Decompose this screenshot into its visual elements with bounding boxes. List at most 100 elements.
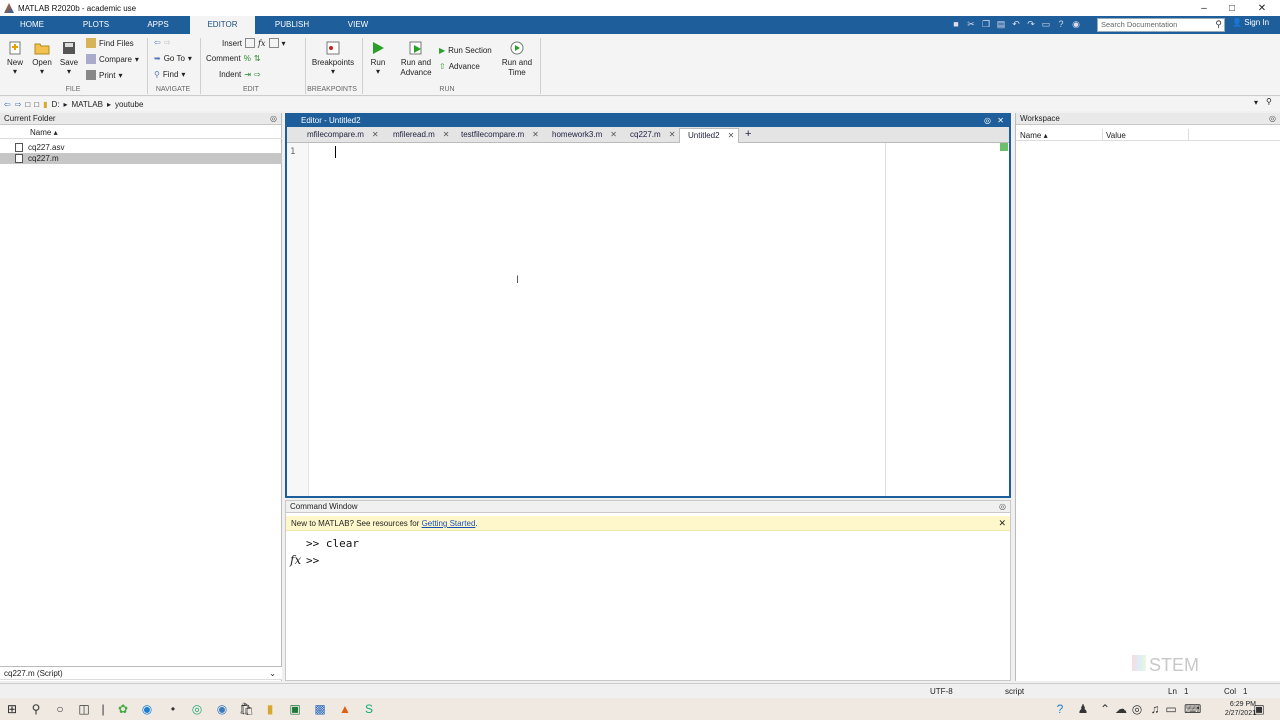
panel-options-icon[interactable]: ◎ — [270, 113, 277, 125]
browse-folder-icon[interactable]: □ — [34, 100, 39, 109]
indent-button[interactable]: Indent ⇥ ⇨ — [219, 70, 261, 79]
app-icon[interactable]: • — [166, 702, 180, 716]
panel-options-icon[interactable]: ◎ — [999, 501, 1006, 513]
cloud-icon[interactable]: ☁ — [1114, 702, 1128, 716]
copy-icon[interactable]: ❐ — [980, 18, 992, 30]
compare-button[interactable]: Compare ▾ — [86, 54, 139, 64]
volume-icon[interactable]: ♫ — [1148, 702, 1162, 716]
minimize-button[interactable]: – — [1190, 0, 1218, 16]
windows-start-icon[interactable]: ⊞ — [5, 702, 19, 716]
tab-testfilecompare[interactable]: testfilecompare.m ✕ — [461, 128, 539, 143]
close-icon[interactable]: ✕ — [997, 115, 1004, 127]
help-icon[interactable]: ? — [1055, 18, 1067, 30]
tab-mfilecompare[interactable]: mfilecompare.m ✕ — [307, 128, 379, 143]
battery-icon[interactable]: ▭ — [1164, 702, 1178, 716]
address-dropdown-icon[interactable]: ▾ — [1254, 98, 1258, 107]
value-column-header[interactable]: Value — [1106, 131, 1126, 140]
run-and-advance-button[interactable]: Run and Advance — [398, 40, 434, 78]
new-tab-button[interactable]: + — [745, 128, 751, 143]
file-explorer-icon[interactable]: ▮ — [263, 702, 277, 716]
spreadsheet-icon[interactable]: ▣ — [288, 702, 302, 716]
close-tab-icon[interactable]: ✕ — [610, 130, 617, 139]
find-files-button[interactable]: Find Files — [86, 38, 134, 48]
paste-icon[interactable]: ▤ — [995, 18, 1007, 30]
details-bar[interactable]: cq227.m (Script) ⌄ — [0, 666, 282, 680]
tab-homework3[interactable]: homework3.m ✕ — [552, 128, 617, 143]
chevron-up-icon[interactable]: ⌃ — [1098, 702, 1112, 716]
run-section-button[interactable]: ▶ Run Section — [439, 46, 492, 55]
close-tab-icon[interactable]: ✕ — [728, 131, 735, 140]
path-drive[interactable]: D: — [52, 100, 60, 109]
help-tray-icon[interactable]: ? — [1053, 702, 1067, 716]
people-icon[interactable]: ♟ — [1076, 702, 1090, 716]
store-icon[interactable]: 🛍 — [239, 702, 254, 716]
tab-cq227[interactable]: cq227.m ✕ — [630, 128, 675, 143]
app-icon[interactable]: ✿ — [116, 702, 130, 716]
chrome-icon[interactable]: ◎ — [190, 702, 204, 716]
path-folder-matlab[interactable]: MATLAB — [72, 100, 103, 109]
chevron-down-icon[interactable]: ⌄ — [269, 667, 276, 680]
undo-icon[interactable]: ↶ — [1010, 18, 1022, 30]
list-item[interactable]: cq227.m — [0, 153, 282, 164]
close-tab-icon[interactable]: ✕ — [532, 130, 539, 139]
forward-icon[interactable]: ⇨ — [15, 100, 22, 109]
print-button[interactable]: Print ▾ — [86, 70, 122, 80]
keyboard-icon[interactable]: ⌨ — [1184, 702, 1201, 716]
breakpoints-button[interactable]: Breakpoints ▾ — [310, 40, 356, 76]
tab-apps[interactable]: APPS — [140, 16, 176, 34]
tab-home[interactable]: HOME — [14, 16, 50, 34]
address-search-icon[interactable]: ⚲ — [1266, 97, 1272, 106]
close-tab-icon[interactable]: ✕ — [669, 130, 676, 139]
open-button[interactable]: Open ▾ — [30, 40, 54, 76]
close-window-button[interactable]: ✕ — [1248, 0, 1276, 16]
panel-options-icon[interactable]: ◎ — [984, 115, 991, 127]
tab-untitled2[interactable]: Untitled2 ✕ — [679, 128, 740, 143]
task-view-icon[interactable]: ◫ — [77, 702, 91, 716]
app-icon[interactable]: S — [362, 702, 376, 716]
search-icon[interactable]: ⚲ — [29, 702, 43, 716]
search-documentation-input[interactable]: Search Documentation ⚲ — [1097, 18, 1225, 32]
cortana-icon[interactable]: ○ — [53, 702, 67, 716]
tab-editor[interactable]: EDITOR — [190, 16, 255, 34]
name-column-header[interactable]: Name ▴ — [0, 127, 282, 139]
tab-publish[interactable]: PUBLISH — [270, 16, 314, 34]
comment-button[interactable]: Comment% ⇅ — [206, 54, 261, 63]
matlab-taskbar-icon[interactable]: ▲ — [338, 702, 352, 716]
tab-view[interactable]: VIEW — [340, 16, 376, 34]
save-icon[interactable]: ■ — [950, 18, 962, 30]
run-and-time-button[interactable]: Run and Time — [500, 40, 534, 78]
insert-function-icon[interactable] — [268, 38, 279, 48]
close-tab-icon[interactable]: ✕ — [372, 130, 379, 139]
back-arrow-icon[interactable]: ⇦ — [154, 38, 161, 47]
getting-started-link[interactable]: Getting Started — [422, 519, 476, 528]
back-icon[interactable]: ⇦ — [4, 100, 11, 109]
advance-button[interactable]: ⇧ Advance — [439, 62, 480, 71]
find-button[interactable]: ⚲ Find ▾ — [154, 70, 185, 79]
community-icon[interactable]: ◉ — [1070, 18, 1082, 30]
firefox-icon[interactable]: ◉ — [215, 702, 229, 716]
command-prompt[interactable]: >> — [306, 554, 319, 567]
code-area[interactable] — [309, 143, 884, 496]
notifications-icon[interactable]: ▣ — [1252, 702, 1266, 716]
edge-browser-icon[interactable]: ◉ — [140, 702, 154, 716]
increase-indent-icon[interactable]: ⇨ — [254, 70, 261, 79]
video-icon[interactable]: ▩ — [313, 702, 327, 716]
function-browser-icon[interactable]: fx — [290, 553, 301, 567]
save-button[interactable]: Save ▾ — [58, 40, 80, 76]
uncomment-icon[interactable]: ⇅ — [254, 54, 261, 63]
maximize-button[interactable]: □ — [1218, 0, 1246, 16]
tab-plots[interactable]: PLOTS — [78, 16, 114, 34]
list-item[interactable]: cq227.asv — [0, 142, 282, 153]
forward-arrow-icon[interactable]: ⇨ — [164, 38, 171, 47]
run-button[interactable]: Run ▾ — [366, 40, 390, 76]
close-tab-icon[interactable]: ✕ — [443, 130, 450, 139]
path-folder-youtube[interactable]: youtube — [115, 100, 143, 109]
panel-options-icon[interactable]: ◎ — [1269, 113, 1276, 125]
tab-mfileread[interactable]: mfileread.m ✕ — [393, 128, 450, 143]
up-folder-icon[interactable]: □ — [25, 100, 30, 109]
name-column-header[interactable]: Name ▴ — [1020, 131, 1048, 140]
new-button[interactable]: New ▾ — [4, 40, 26, 76]
redo-icon[interactable]: ↷ — [1025, 18, 1037, 30]
code-analyzer-indicator[interactable] — [1000, 143, 1008, 151]
go-to-button[interactable]: ➥ Go To ▾ — [154, 54, 192, 63]
